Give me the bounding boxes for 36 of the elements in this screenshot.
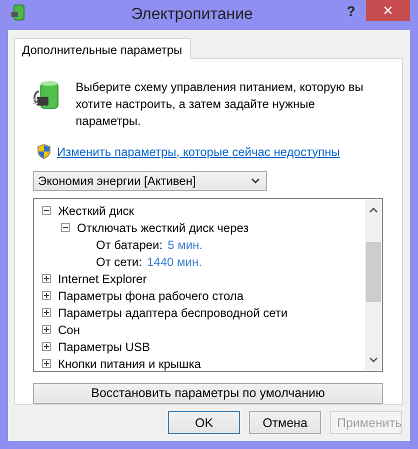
help-button[interactable]: ? bbox=[336, 0, 366, 22]
dialog-button[interactable]: OK bbox=[168, 411, 240, 434]
expand-icon[interactable] bbox=[42, 308, 51, 318]
change-settings-link[interactable]: Изменить параметры, которые сейчас недоступны bbox=[57, 144, 340, 158]
tree-item[interactable]: От батареи: bbox=[96, 238, 163, 252]
shield-icon bbox=[37, 144, 51, 159]
expand-icon[interactable] bbox=[42, 325, 51, 334]
tree-item[interactable]: От сети: bbox=[96, 254, 142, 269]
setting-value[interactable]: 5 мин. bbox=[168, 238, 203, 252]
tab[interactable]: Дополнительные параметры bbox=[14, 38, 192, 59]
window-title: Электропитание bbox=[130, 6, 254, 24]
tree-item[interactable]: Internet Explorer bbox=[58, 272, 147, 286]
expand-icon[interactable] bbox=[42, 274, 51, 284]
tree-item[interactable]: Жесткий диск bbox=[58, 204, 134, 218]
expand-icon[interactable] bbox=[42, 342, 51, 352]
expand-icon[interactable] bbox=[42, 359, 51, 368]
chevron-down-icon[interactable] bbox=[369, 356, 378, 363]
tree-item[interactable]: Параметры USB bbox=[58, 340, 150, 354]
close-button[interactable]: ✕ bbox=[366, 0, 410, 21]
setting-value[interactable]: 1440 мин. bbox=[146, 254, 202, 269]
scrollbar[interactable] bbox=[365, 199, 382, 371]
tree-item[interactable]: Сон bbox=[58, 322, 80, 337]
tree-item[interactable]: Параметры адаптера беспроводной сети bbox=[58, 306, 288, 320]
plan-dropdown[interactable]: Экономия энергии [Активен] bbox=[33, 171, 267, 192]
tree-item[interactable]: Кнопки питания и крышка bbox=[58, 356, 201, 371]
instruction-text: Выберите схему управления питанием, которую вы хотите настроить, а затем задайте нужные параметры. bbox=[76, 79, 364, 130]
chevron-up-icon[interactable] bbox=[369, 207, 378, 214]
collapse-icon[interactable] bbox=[42, 206, 51, 216]
expand-icon[interactable] bbox=[42, 291, 51, 300]
chevron-down-icon bbox=[251, 178, 260, 184]
tree-item[interactable]: Отключать жесткий диск через bbox=[77, 220, 249, 235]
tree-item[interactable]: Параметры фона рабочего стола bbox=[58, 288, 244, 303]
dialog-button[interactable]: Отмена bbox=[249, 411, 321, 434]
power-plug-icon bbox=[10, 4, 26, 22]
restore-defaults-button[interactable]: Восстановить параметры по умолчанию bbox=[33, 382, 383, 404]
collapse-icon[interactable] bbox=[61, 223, 70, 232]
